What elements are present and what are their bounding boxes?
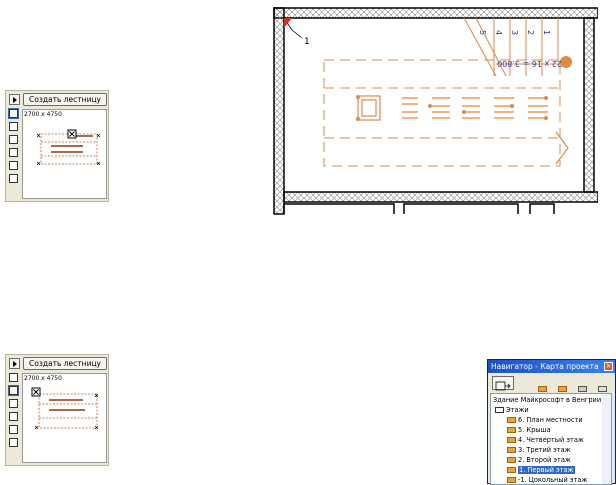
project-tree: Здание Майкрософт в Венгрии Этажи 6. Пла… <box>490 393 612 485</box>
tree-story-label: -1. Цокольный этаж <box>518 476 588 484</box>
navigator-title: Навигатор - Карта проекта <box>488 360 615 373</box>
close-icon[interactable]: × <box>604 362 613 371</box>
tree-story-label: 5. Крыша <box>518 426 551 434</box>
step-number: 1 <box>542 30 551 35</box>
navigator-window: Навигатор - Карта проекта × Здание Майкр… <box>487 359 616 485</box>
folder-icon <box>507 477 516 483</box>
project-map-icon[interactable] <box>492 376 514 391</box>
step-number: 3 <box>510 30 519 35</box>
tree-story-label: 1. Первый этаж <box>518 466 575 474</box>
stair-preview-drawing <box>31 387 99 430</box>
navigator-toolbar <box>490 376 614 392</box>
bottom-wall <box>283 191 598 203</box>
tree-scrollbar[interactable] <box>602 394 611 484</box>
tree-group-stories[interactable]: Этажи <box>495 405 529 415</box>
stair-type-spiral-icon[interactable] <box>9 135 18 144</box>
play-button[interactable] <box>9 358 20 369</box>
lower-room-walls <box>283 203 555 214</box>
layers-icon[interactable] <box>598 376 612 392</box>
tree-story[interactable]: 4. Четвертый этаж <box>507 435 584 445</box>
stair-tool-panel-top: Создать лестницу 2700 x 4750 <box>5 90 109 202</box>
stair-type-list-icon[interactable] <box>9 174 18 183</box>
stair-type-double-icon[interactable] <box>9 425 18 434</box>
stair-size-label: 2700 x 4750 <box>24 375 62 382</box>
stair-type-round-icon[interactable] <box>9 148 18 157</box>
tree-story[interactable]: 6. План местности <box>507 415 583 425</box>
stair-type-list-icon[interactable] <box>9 438 18 447</box>
stair-preview[interactable]: 2700 x 4750 <box>22 109 107 199</box>
stair-preview-drawing <box>36 129 101 166</box>
stair-outline <box>323 59 561 167</box>
tread-symbols <box>357 95 548 121</box>
tread-nodes <box>356 95 548 121</box>
flight-dimension-label: 22 x 16 = 3.800 <box>497 59 562 68</box>
marker-label: 1 <box>304 37 310 47</box>
create-stair-button[interactable]: Создать лестницу <box>23 357 107 370</box>
play-button[interactable] <box>9 94 20 105</box>
stair-preview[interactable]: 2700 x 4750 <box>22 373 107 463</box>
right-wall <box>583 17 595 193</box>
left-wall <box>273 7 285 215</box>
top-wall <box>273 7 598 19</box>
window-icon[interactable] <box>578 376 592 392</box>
stair-size-label: 2700 x 4750 <box>24 111 62 118</box>
stair-type-landing-icon[interactable] <box>8 385 19 396</box>
walkline-arrow-icon <box>555 131 569 165</box>
stair-tool-icons <box>8 373 20 451</box>
folder-icon[interactable] <box>558 376 572 392</box>
tree-story-label: 3. Третий этаж <box>518 446 571 454</box>
create-stair-button[interactable]: Создать лестницу <box>23 93 107 106</box>
tree-story-selected[interactable]: 1. Первый этаж <box>507 465 575 475</box>
stair-tool-icons <box>8 108 20 187</box>
stair-tool-panel-bottom: Создать лестницу 2700 x 4750 <box>5 354 109 466</box>
tree-story[interactable]: 2. Второй этаж <box>507 455 571 465</box>
folder-icon <box>507 457 516 463</box>
tree-story[interactable]: 3. Третий этаж <box>507 445 571 455</box>
stair-type-round-icon[interactable] <box>9 412 18 421</box>
step-number: 2 <box>526 30 535 35</box>
tree-story-label: 4. Четвертый этаж <box>518 436 584 444</box>
stair-type-double-icon[interactable] <box>9 161 18 170</box>
folder-icon <box>507 467 516 473</box>
tree-project[interactable]: Здание Майкрософт в Венгрии <box>493 395 601 405</box>
folder-icon <box>507 417 516 423</box>
stories-folder-icon <box>495 407 504 413</box>
step-number: 5 <box>478 30 487 35</box>
marker-icon <box>284 18 292 28</box>
folder-icon <box>507 427 516 433</box>
tree-story[interactable]: 5. Крыша <box>507 425 551 435</box>
stair-type-straight-icon[interactable] <box>9 373 18 382</box>
stair-type-spiral-icon[interactable] <box>9 399 18 408</box>
folder-home-icon[interactable] <box>538 376 552 392</box>
stair-type-landing-icon[interactable] <box>9 122 18 131</box>
folder-icon <box>507 437 516 443</box>
tree-story-label: 6. План местности <box>518 416 583 424</box>
tree-story-label: 2. Второй этаж <box>518 456 571 464</box>
stair-type-straight-icon[interactable] <box>8 108 19 119</box>
folder-icon <box>507 447 516 453</box>
step-number: 4 <box>494 30 503 35</box>
tree-group-label: Этажи <box>506 406 529 414</box>
floor-plan[interactable]: 5 4 3 2 1 22 x 16 = 3.800 1 <box>268 0 598 216</box>
